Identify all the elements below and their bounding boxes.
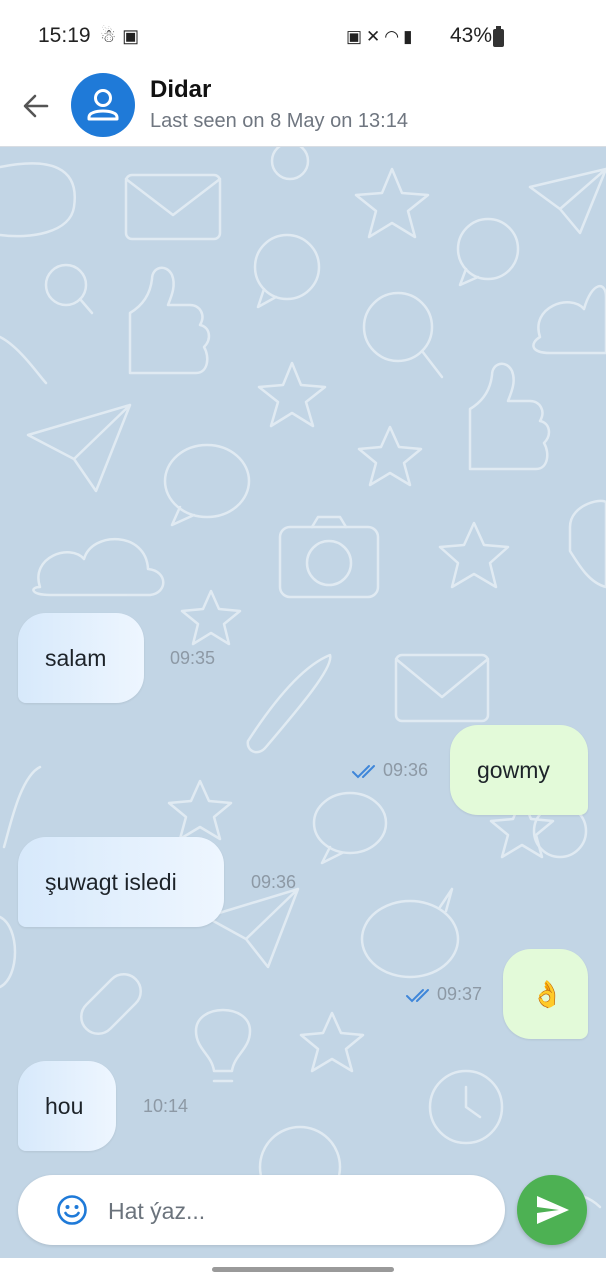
- message-bubble-incoming[interactable]: şuwagt isledi: [18, 837, 224, 927]
- message-time: 10:14: [143, 1096, 189, 1116]
- read-ticks-icon: [405, 987, 435, 1003]
- message-text: hou: [45, 1092, 84, 1119]
- message-bubble-incoming[interactable]: salam: [18, 613, 144, 703]
- message-composer[interactable]: [18, 1175, 505, 1245]
- read-ticks-icon: [351, 763, 381, 779]
- send-button[interactable]: [517, 1175, 587, 1245]
- message-text: 👌: [531, 978, 564, 1009]
- message-time: 09:36: [251, 872, 297, 892]
- person-icon: [87, 89, 119, 121]
- status-time: 15:19: [38, 24, 91, 47]
- message-bubble-outgoing[interactable]: 👌: [503, 949, 588, 1039]
- system-icons: ▣✕◠▮: [346, 27, 417, 46]
- last-seen-status: Last seen on 8 May on 13:14: [150, 110, 408, 132]
- message-text: şuwagt isledi: [45, 868, 177, 895]
- smiley-icon: [57, 1195, 87, 1225]
- message-time: 09:37: [437, 984, 483, 1004]
- status-bar: 15:19 ☃▣ ▣✕◠▮ 43%: [0, 0, 606, 70]
- emoji-button[interactable]: [56, 1194, 88, 1226]
- message-input[interactable]: [106, 1189, 490, 1233]
- contact-name[interactable]: Didar: [150, 76, 211, 104]
- arrow-left-icon: [23, 94, 49, 118]
- notification-icons: ☃▣: [100, 26, 146, 46]
- battery-icon: [493, 26, 504, 47]
- message-text: gowmy: [477, 756, 550, 783]
- message-text: salam: [45, 644, 107, 671]
- avatar[interactable]: [71, 73, 135, 137]
- navigation-bar: [0, 1258, 606, 1280]
- chat-area[interactable]: salam 09:35 09:36 gowmy şuwagt isledi 09…: [0, 147, 606, 1260]
- message-bubble-incoming[interactable]: hou: [18, 1061, 116, 1151]
- send-icon: [537, 1196, 569, 1224]
- chat-header: Didar Last seen on 8 May on 13:14: [0, 70, 606, 147]
- battery-percent: 43%: [450, 24, 493, 47]
- message-bubble-outgoing[interactable]: gowmy: [450, 725, 588, 815]
- message-time: 09:35: [170, 648, 216, 668]
- home-indicator[interactable]: [212, 1267, 394, 1272]
- back-button[interactable]: [18, 88, 54, 124]
- message-time: 09:36: [383, 760, 429, 780]
